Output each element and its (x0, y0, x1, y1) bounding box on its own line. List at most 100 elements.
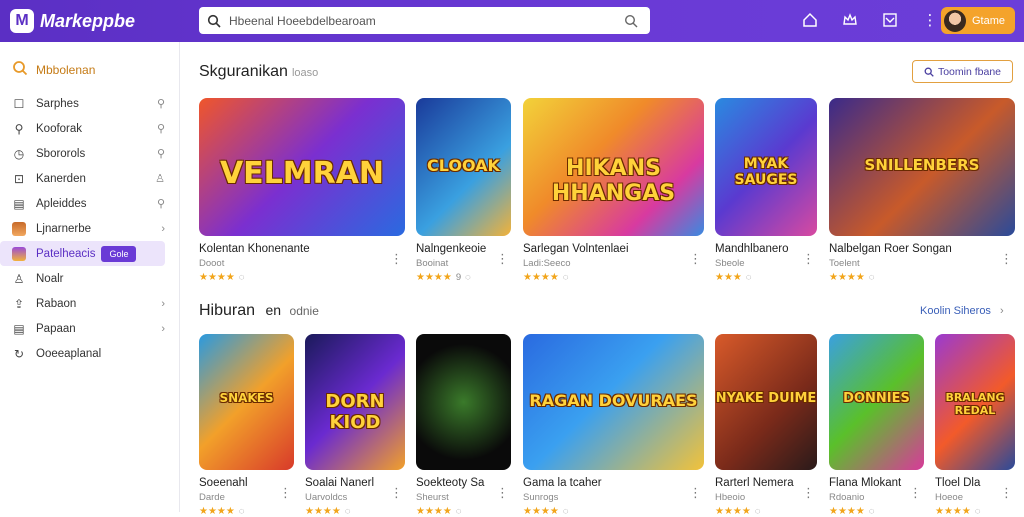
game-card[interactable]: DORN KIOD Soalai Nanerl ⋮ Uarvoldcs ★★★★ ◌ (305, 334, 405, 517)
game-thumbnail[interactable]: DONNIES (829, 334, 924, 470)
game-subtitle: Sunrogs (523, 492, 559, 503)
sidebar-item[interactable]: ☐ Sarphes ⚲ (0, 91, 179, 116)
top-bar: M Markeppbe Hbeenal Hoeebdelbearoam ⋮ Gt… (0, 0, 1024, 42)
game-thumbnail[interactable] (416, 334, 511, 470)
game-card[interactable]: MYAK SAUGES Mandhlbanero ⋮ Sbeole ★★★ ◌ (715, 98, 817, 283)
sidebar-item-label: Patelheacis (36, 247, 96, 260)
sidebar-item[interactable]: ▤ Apleiddes ⚲ (0, 191, 179, 216)
sidebar-item[interactable]: Ljnarnerbe › (0, 216, 179, 241)
pin-icon[interactable]: ⚲ (157, 122, 165, 135)
game-thumbnail[interactable]: HIKANS HHANGAS (523, 98, 704, 236)
game-subtitle: Ladi:Seeco (523, 258, 571, 269)
more-options-icon[interactable]: ⋮ (689, 485, 702, 501)
search-bar[interactable]: Hbeenal Hoeebdelbearoam (199, 7, 650, 34)
search-input[interactable]: Hbeenal Hoeebdelbearoam (229, 14, 624, 28)
game-thumbnail[interactable]: DORN KIOD (305, 334, 405, 470)
pin-icon[interactable]: ⚲ (157, 197, 165, 210)
section-subtitle: odnie (289, 304, 319, 318)
game-title[interactable]: Gama la tcaher (523, 477, 704, 489)
game-card[interactable]: VELMRAN Kolentan Khonenante ⋮ Dooot ★★★★ ◌ (199, 98, 405, 283)
avatar (944, 9, 966, 32)
game-thumbnail[interactable]: BRALANG REDAL (935, 334, 1015, 470)
views-icon: ◌ (745, 272, 752, 283)
game-title[interactable]: Sarlegan Volntenlaei (523, 243, 704, 255)
game-thumbnail[interactable]: CLOOAK (416, 98, 511, 236)
game-thumbnail[interactable]: RAGAN DOVURAES (523, 334, 704, 470)
thumbnail-logo-text: VELMRAN (219, 155, 385, 191)
game-thumbnail[interactable]: NYAKE DUIME (715, 334, 817, 470)
section-title-text: Skguranikan (199, 63, 288, 80)
chevron-right-icon[interactable]: › (161, 298, 165, 310)
game-card[interactable]: HIKANS HHANGAS Sarlegan Volntenlaei ⋮ Ladi:… (523, 98, 704, 283)
more-options-icon[interactable]: ⋮ (496, 485, 509, 501)
more-options-icon[interactable]: ⋮ (802, 485, 815, 501)
thumbnail-logo-text: NYAKE DUIME (715, 391, 817, 407)
section-title: Skguranikan loaso (199, 63, 318, 81)
person-icon: ♙ (13, 271, 25, 286)
chevron-right-icon[interactable]: › (161, 323, 165, 335)
sidebar-heading[interactable]: Mbbolenan (0, 57, 179, 83)
sidebar-item[interactable]: ▤ Papaan › (0, 316, 179, 341)
game-title[interactable]: Nalbelgan Roer Songan (829, 243, 1015, 255)
bookmark-icon: ⚲ (14, 121, 24, 136)
game-card[interactable]: DONNIES Flana Mlokant ⋮ Rdoanio ★★★★ ◌ (829, 334, 924, 517)
section-title-suffix: en (265, 302, 282, 318)
game-thumbnail[interactable]: MYAK SAUGES (715, 98, 817, 236)
game-card[interactable]: SNAKES Soeenahl ⋮ Darde ★★★★ ◌ (199, 334, 294, 517)
sidebar-item[interactable]: ⇪ Rabaon › (0, 291, 179, 316)
sidebar-item[interactable]: ◷ Sbororols ⚲ (0, 141, 179, 166)
game-subtitle: Toelent (829, 258, 860, 269)
home-icon[interactable] (800, 10, 820, 30)
game-thumbnail[interactable]: SNAKES (199, 334, 294, 470)
person-icon[interactable]: ♙ (155, 172, 165, 185)
game-thumbnail[interactable]: SNILLENBERS (829, 98, 1015, 236)
more-options-icon[interactable]: ⋮ (390, 485, 403, 501)
game-card[interactable]: CLOOAK Nalngenkeoie ⋮ Booinat ★★★★ 9 ◌ (416, 98, 511, 283)
more-options-icon[interactable]: ⋮ (279, 485, 292, 501)
views-icon: ◌ (562, 272, 569, 283)
views-icon: ◌ (465, 272, 471, 283)
more-options-icon[interactable]: ⋮ (496, 251, 509, 267)
sidebar-item[interactable]: ⊡ Kanerden ♙ (0, 166, 179, 191)
app-logo[interactable]: M Markeppbe (10, 9, 190, 33)
section-action-button[interactable]: Toomin fbane (912, 60, 1013, 83)
see-all-link[interactable]: Koolin Siheros › (920, 305, 1004, 317)
pin-icon[interactable]: ⚲ (157, 147, 165, 160)
user-box-icon: ⊡ (13, 171, 25, 186)
logo-icon: M (10, 9, 34, 33)
game-meta: Ladi:Seeco (523, 258, 704, 269)
more-options-icon[interactable]: ⋮ (802, 251, 815, 267)
more-options-icon[interactable]: ⋮ (1000, 251, 1013, 267)
more-options-icon[interactable]: ⋮ (689, 251, 702, 267)
game-card[interactable]: BRALANG REDAL Tloel Dla ⋮ Hoeoe ★★★★ ◌ (935, 334, 1015, 517)
sidebar-item[interactable]: Patelheacis Gole (0, 241, 165, 266)
sidebar-item-label: Papaan (36, 322, 76, 335)
game-card[interactable]: SNILLENBERS Nalbelgan Roer Songan ⋮ Toelent… (829, 98, 1015, 283)
more-options-icon[interactable]: ⋮ (1000, 485, 1013, 501)
game-card[interactable]: Soekteoty Sa ⋮ Sheurst ★★★★ ◌ (416, 334, 511, 517)
thumbnail-logo-text: MYAK SAUGES (734, 155, 798, 188)
more-vertical-icon[interactable]: ⋮ (920, 10, 940, 30)
game-avatar-icon (12, 246, 26, 261)
game-title[interactable]: Kolentan Khonenante (199, 243, 405, 255)
sidebar-item[interactable]: ♙ Noalr (0, 266, 179, 291)
section-title-text: Hiburan (199, 302, 256, 319)
thumbnail-logo-text: BRALANG REDAL (945, 391, 1005, 418)
pin-icon[interactable]: ⚲ (157, 97, 165, 110)
crown-icon[interactable] (840, 10, 860, 30)
user-menu-button[interactable]: Gtame (941, 7, 1015, 34)
game-card[interactable]: RAGAN DOVURAES Gama la tcaher ⋮ Sunrogs ★★★★… (523, 334, 704, 517)
game-card[interactable]: NYAKE DUIME Rarterl Nemera ⋮ Hbeoio ★★★★ ◌ (715, 334, 817, 517)
sidebar-item[interactable]: ↻ Ooeeaplanal (0, 341, 179, 366)
inbox-icon[interactable] (880, 10, 900, 30)
search-submit-icon[interactable] (624, 14, 638, 28)
rating-row: ★★★★ ◌ (523, 272, 704, 283)
views-icon: ◌ (868, 272, 875, 283)
sidebar-item[interactable]: ⚲ Kooforak ⚲ (0, 116, 179, 141)
star-rating: ★★★★ (829, 272, 865, 283)
chevron-right-icon[interactable]: › (161, 223, 165, 235)
game-subtitle: Darde (199, 492, 225, 503)
more-options-icon[interactable]: ⋮ (909, 485, 922, 501)
game-thumbnail[interactable]: VELMRAN (199, 98, 405, 236)
more-options-icon[interactable]: ⋮ (390, 251, 403, 267)
